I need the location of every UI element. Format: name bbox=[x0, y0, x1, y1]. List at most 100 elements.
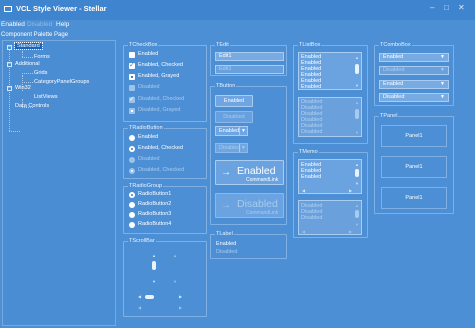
scroll-left-icon[interactable]: ◀ bbox=[138, 294, 141, 299]
palette-tree[interactable]: − Standard Forms − Additional Grids Cate… bbox=[2, 40, 116, 326]
tmemo-group: TMemo Enabled Enabled Enabled ▲ ▼ ◀ ▶ Di… bbox=[293, 149, 368, 238]
menu-enabled[interactable]: Enabled bbox=[1, 21, 25, 28]
radio-dot bbox=[131, 194, 133, 196]
window-title: VCL Style Viewer - Stellar bbox=[16, 4, 107, 13]
tcombobox-caption: TComboBox bbox=[379, 42, 412, 48]
scroll-up-icon: ▲ bbox=[173, 253, 177, 258]
close-button[interactable]: ✕ bbox=[458, 3, 465, 12]
radio-label: Disabled, Checked bbox=[138, 167, 185, 173]
enabled-button[interactable]: Enabled bbox=[215, 95, 253, 107]
combobox-enabled[interactable]: Enabled ▼ bbox=[379, 80, 449, 89]
scroll-right-icon[interactable]: ▶ bbox=[179, 294, 182, 299]
tlistbox-group: TListBox Enabled Enabled Enabled Enabled… bbox=[293, 42, 368, 144]
title-bar[interactable]: VCL Style Viewer - Stellar – □ ✕ bbox=[0, 0, 475, 20]
scroll-up-icon[interactable]: ▲ bbox=[355, 55, 359, 60]
split-button-enabled[interactable]: Enabled ▼ bbox=[215, 126, 248, 136]
checkbox-box bbox=[129, 74, 135, 80]
app-icon bbox=[4, 6, 12, 12]
tree-item-data-controls[interactable]: Data Controls bbox=[15, 103, 49, 109]
commandlink-subtitle: CommandLink bbox=[246, 210, 279, 216]
scroll-up-icon[interactable]: ▲ bbox=[152, 253, 156, 258]
scroll-up-icon: ▲ bbox=[355, 100, 359, 105]
minimize-button[interactable]: – bbox=[430, 3, 434, 12]
combobox-disabled: Disabled ▼ bbox=[379, 66, 449, 75]
commandlink-disabled: → Disabled CommandLink bbox=[215, 193, 284, 218]
grayed-mark bbox=[131, 76, 133, 78]
memo-scrollbar: ▲ ▼ bbox=[355, 203, 359, 227]
tpanel-group: TPanel Panel1 Panel1 Panel1 bbox=[374, 113, 454, 214]
tlistbox-caption: TListBox bbox=[298, 42, 322, 48]
checkbox-label: Disabled, Grayed bbox=[138, 107, 181, 113]
combobox-disabled-text[interactable]: Disabled ▼ bbox=[379, 93, 449, 102]
scrollbar-thumb[interactable] bbox=[355, 169, 359, 177]
tscrollbar-group: TScrollBar ▲ ▼ ▲ ▼ ◀ ▶ ◀ ▶ bbox=[123, 238, 207, 317]
memo-line: Disabled bbox=[301, 215, 323, 221]
listbox-enabled[interactable]: Enabled Enabled Enabled Enabled Enabled … bbox=[298, 52, 362, 90]
combobox-enabled[interactable]: Enabled ▼ bbox=[379, 53, 449, 62]
scroll-down-icon[interactable]: ▼ bbox=[355, 181, 359, 186]
tedit-caption: TEdit bbox=[215, 42, 230, 48]
scroll-down-icon[interactable]: ▼ bbox=[355, 83, 359, 88]
radio-circle bbox=[129, 135, 135, 141]
scrollbar-thumb bbox=[355, 109, 359, 119]
tbutton-caption: TButton bbox=[215, 83, 237, 89]
chevron-down-icon[interactable]: ▼ bbox=[440, 54, 445, 61]
memo-enabled[interactable]: Enabled Enabled Enabled ▲ ▼ ◀ ▶ bbox=[298, 159, 362, 194]
scroll-right-icon[interactable]: ▶ bbox=[349, 188, 352, 193]
scroll-down-icon[interactable]: ▼ bbox=[152, 279, 156, 284]
menu-disabled: Disabled bbox=[27, 21, 53, 28]
menu-bar: Enabled Disabled Help bbox=[0, 20, 475, 32]
tree-item-additional[interactable]: Additional bbox=[15, 61, 40, 67]
commandlink-title: Disabled bbox=[237, 198, 278, 210]
vscrollbar-thumb[interactable] bbox=[152, 261, 156, 270]
combobox-value: Disabled bbox=[383, 67, 405, 73]
commandlink-subtitle: CommandLink bbox=[246, 177, 279, 183]
check-icon: ✓ bbox=[129, 62, 135, 69]
menu-help[interactable]: Help bbox=[56, 21, 69, 28]
checkbox-box bbox=[129, 85, 135, 91]
edit-disabled-field: Edit1 bbox=[215, 65, 284, 74]
listbox-scrollbar[interactable]: ▲ ▼ bbox=[355, 55, 359, 88]
split-button-label: Enabled bbox=[219, 128, 240, 134]
chevron-down-icon: ▼ bbox=[440, 67, 445, 73]
split-button-disabled: Disabled ▼ bbox=[215, 143, 248, 153]
memo-scrollbar[interactable]: ▲ ▼ bbox=[355, 162, 359, 186]
expand-toggle-icon[interactable]: − bbox=[7, 62, 12, 67]
scrollbar-thumb[interactable] bbox=[355, 64, 359, 74]
arrow-right-icon: → bbox=[221, 167, 231, 178]
disabled-button: Disabled bbox=[215, 111, 253, 123]
scroll-down-icon: ▼ bbox=[173, 279, 177, 284]
checkbox-box bbox=[129, 108, 135, 114]
tradiobutton-caption: TRadioButton bbox=[128, 125, 164, 131]
chevron-down-icon[interactable]: ▼ bbox=[440, 94, 445, 101]
tree-item-win32[interactable]: Win32 bbox=[15, 85, 31, 91]
split-button-label: Disabled bbox=[219, 145, 241, 151]
tradiobutton-group: TRadioButton Enabled Enabled, Checked Di… bbox=[123, 125, 207, 179]
radio-circle bbox=[129, 212, 135, 218]
tree-item-grids[interactable]: Grids bbox=[34, 70, 47, 76]
checkbox-box bbox=[129, 52, 135, 58]
edit-enabled-field[interactable]: Edit1 bbox=[215, 52, 284, 61]
tree-item-standard[interactable]: Standard bbox=[14, 42, 43, 50]
dropdown-arrow-icon[interactable]: ▼ bbox=[239, 127, 247, 135]
scroll-up-icon[interactable]: ▲ bbox=[355, 162, 359, 167]
check-icon: ✓ bbox=[129, 96, 135, 103]
scroll-left-icon[interactable]: ◀ bbox=[302, 188, 305, 193]
panel-1: Panel1 bbox=[381, 125, 447, 147]
radio-circle bbox=[129, 222, 135, 228]
commandlink-enabled[interactable]: → Enabled CommandLink bbox=[215, 160, 284, 185]
expand-toggle-icon[interactable]: − bbox=[7, 86, 12, 91]
maximize-button[interactable]: □ bbox=[444, 3, 449, 12]
tree-item-categorypanelgroups[interactable]: CategoryPanelGroups bbox=[34, 79, 89, 85]
tmemo-caption: TMemo bbox=[298, 149, 319, 155]
hscrollbar-thumb[interactable] bbox=[145, 295, 154, 299]
chevron-down-icon[interactable]: ▼ bbox=[440, 81, 445, 88]
scroll-left-icon: ◀ bbox=[302, 229, 306, 234]
tree-item-listviews[interactable]: ListViews bbox=[34, 94, 58, 100]
checkbox-label: Enabled bbox=[138, 51, 159, 57]
dropdown-arrow-icon: ▼ bbox=[239, 144, 247, 152]
list-item[interactable]: Enabled bbox=[301, 84, 321, 90]
expand-toggle-icon[interactable]: − bbox=[7, 45, 12, 50]
radio-circle bbox=[129, 168, 135, 174]
tree-item-forms[interactable]: Forms bbox=[34, 54, 50, 60]
